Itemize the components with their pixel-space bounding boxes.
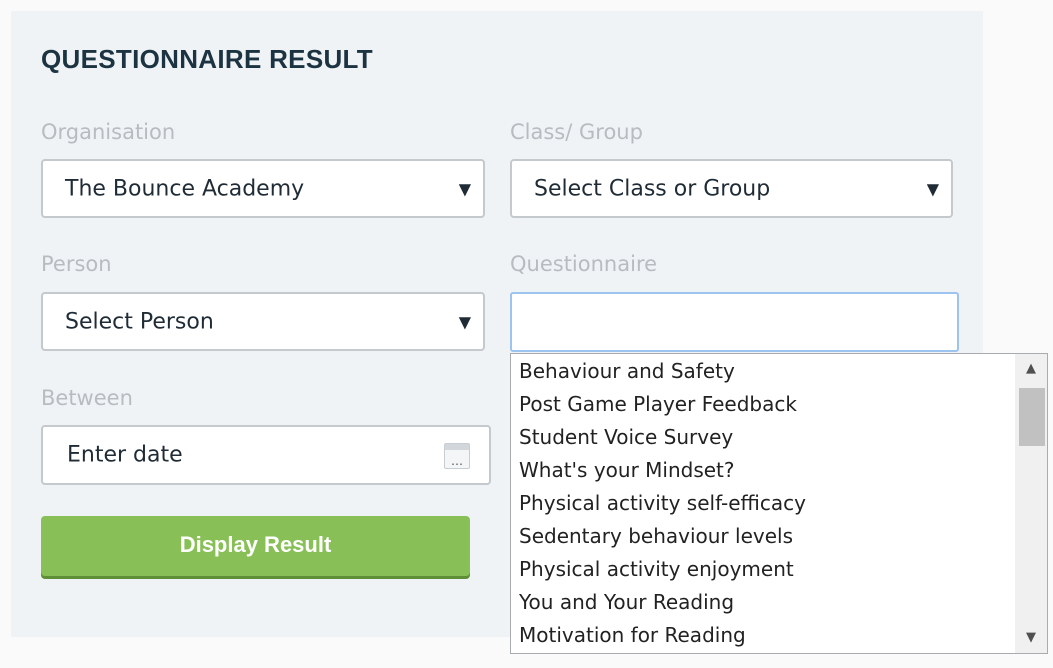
dropdown-option[interactable]: Behaviour and Safety [519,355,735,388]
dropdown-option[interactable]: You and Your Reading [519,586,734,619]
chevron-down-icon: ▼ [926,179,939,198]
person-label: Person [41,252,112,276]
dropdown-option[interactable]: Motivation for Reading [519,619,746,652]
dropdown-option[interactable]: Student Voice Survey [519,421,733,454]
date-input-placeholder: Enter date [67,442,183,468]
page-title: QUESTIONNAIRE RESULT [41,44,373,74]
questionnaire-dropdown-list[interactable]: Behaviour and Safety Post Game Player Fe… [510,353,1048,654]
class-group-label: Class/ Group [510,120,643,144]
class-group-select-value: Select Class or Group [534,176,771,201]
dropdown-option[interactable]: Post Game Player Feedback [519,388,797,421]
calendar-icon[interactable]: … [444,443,470,469]
organisation-label: Organisation [41,120,176,144]
organisation-select[interactable]: The Bounce Academy ▼ [41,159,485,218]
dropdown-option[interactable]: Physical activity self-efficacy [519,487,806,520]
chevron-down-icon: ▼ [458,179,471,198]
scroll-down-arrow-icon[interactable]: ▼ [1015,623,1047,653]
questionnaire-label: Questionnaire [510,252,658,276]
organisation-select-value: The Bounce Academy [65,176,305,201]
person-select[interactable]: Select Person ▼ [41,292,485,351]
between-label: Between [41,386,133,410]
dropdown-scrollbar[interactable]: ▲ ▼ [1015,354,1047,653]
questionnaire-input[interactable] [510,292,959,352]
dropdown-option[interactable]: Sedentary behaviour levels [519,520,793,553]
dropdown-option[interactable]: Physical activity enjoyment [519,553,794,586]
dropdown-option[interactable]: What's your Mindset? [519,454,735,487]
display-result-button[interactable]: Display Result [41,516,470,576]
date-input[interactable]: Enter date … [41,425,491,485]
scroll-up-arrow-icon[interactable]: ▲ [1015,354,1047,384]
scrollbar-thumb[interactable] [1019,388,1045,446]
chevron-down-icon: ▼ [458,312,471,331]
class-group-select[interactable]: Select Class or Group ▼ [510,159,953,218]
person-select-value: Select Person [65,309,214,334]
